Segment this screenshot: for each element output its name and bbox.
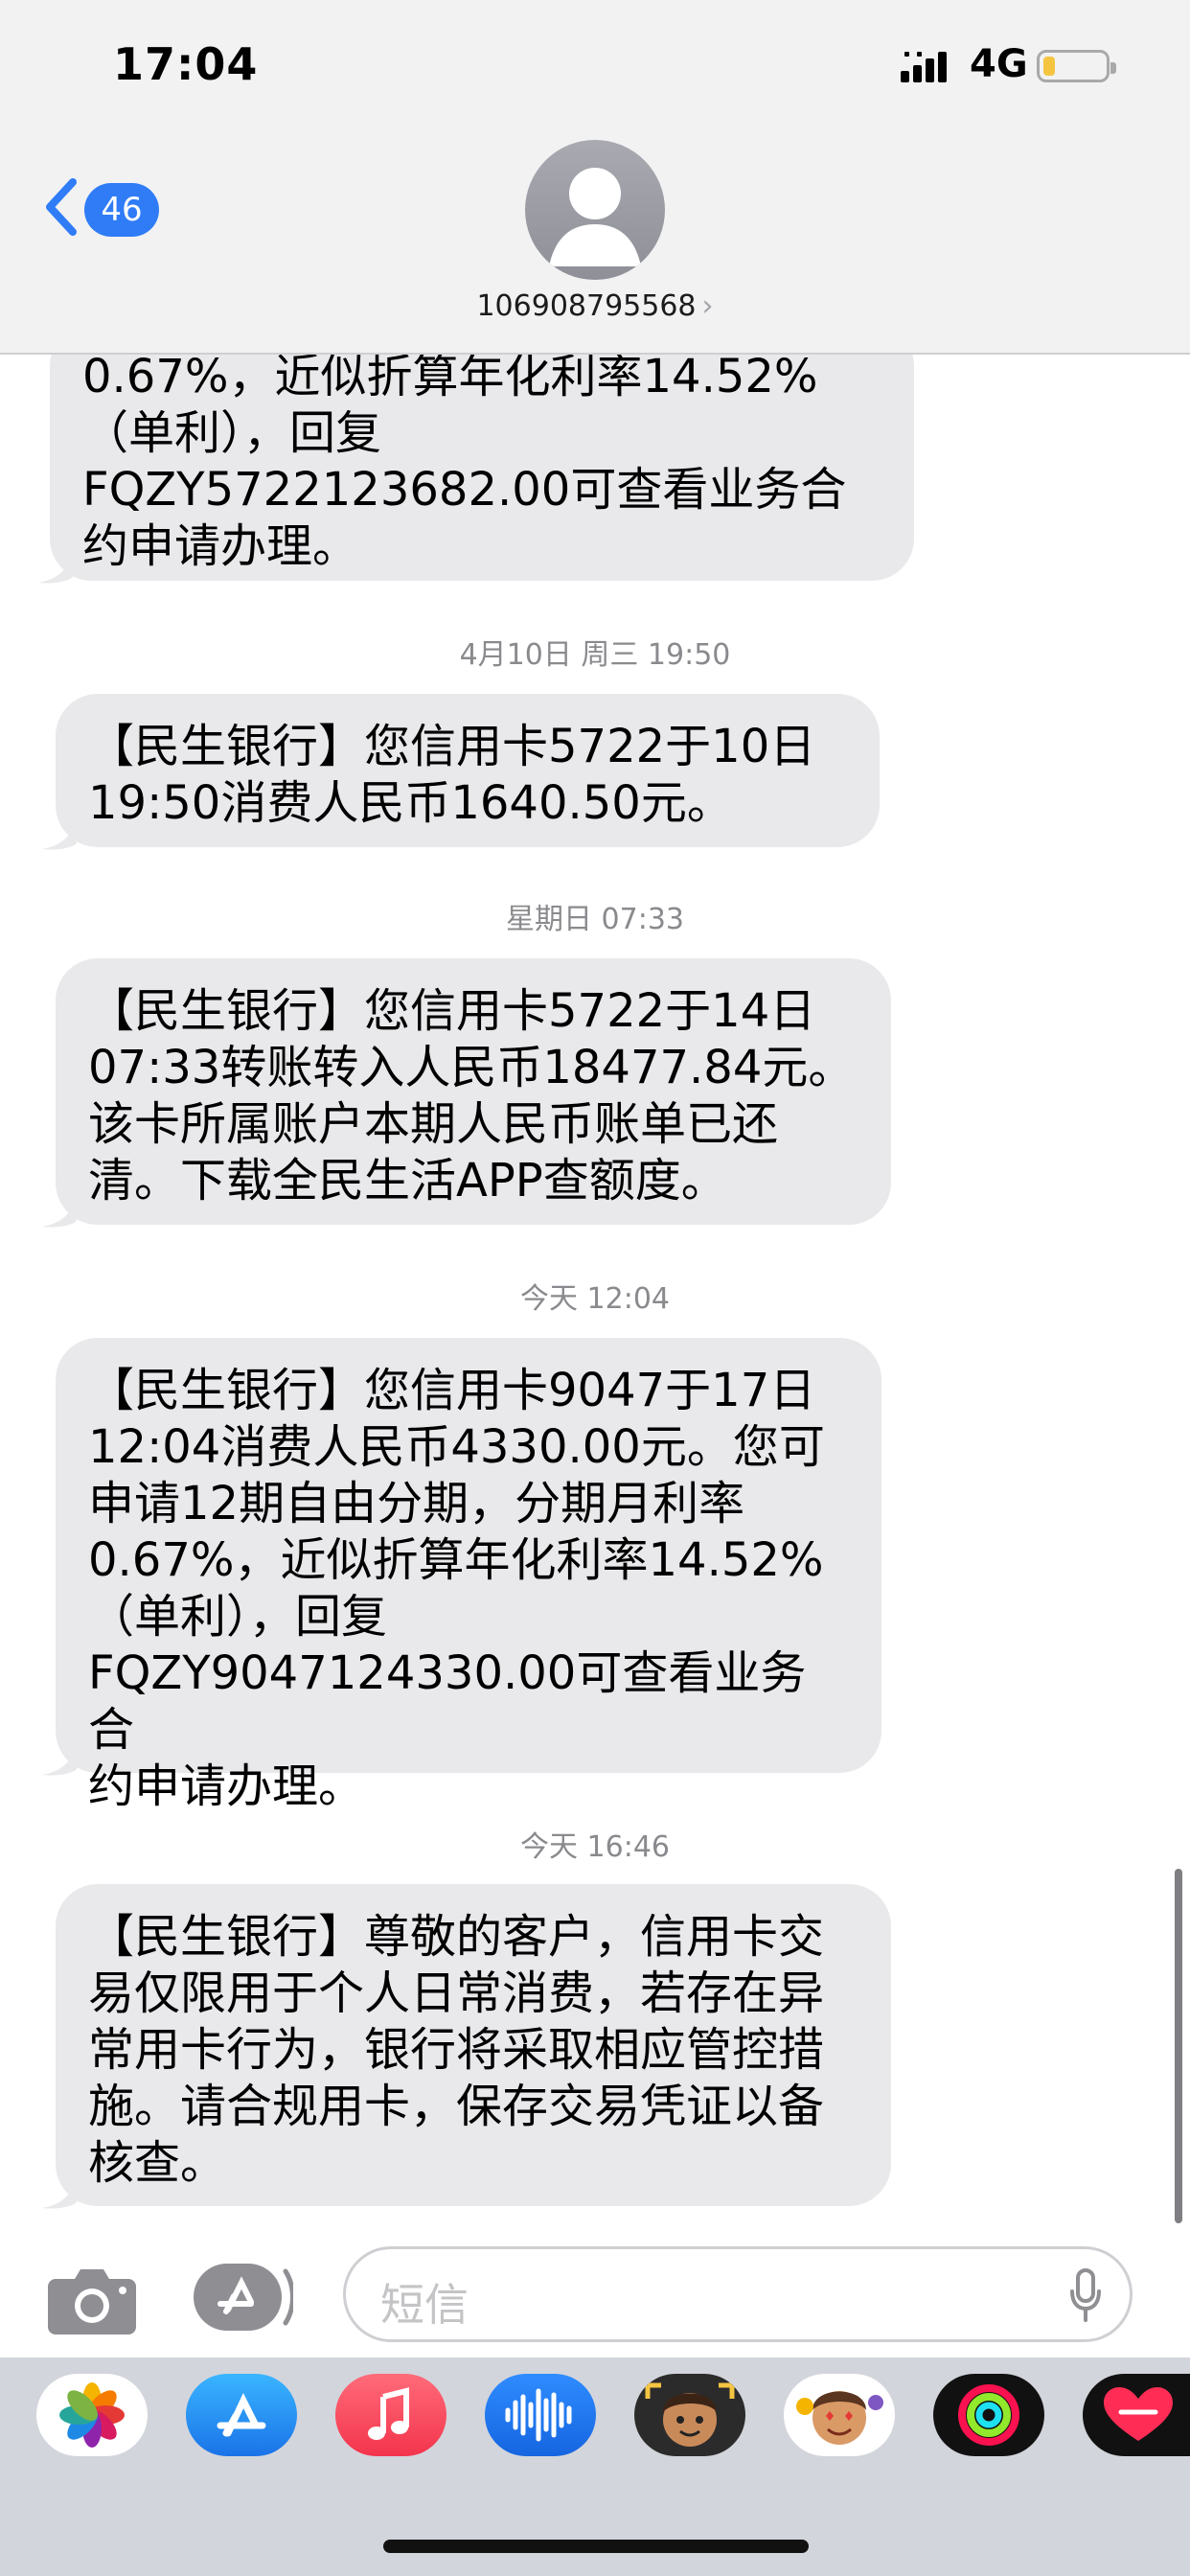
digital-touch-app-icon[interactable]	[1083, 2374, 1190, 2456]
message-bubble[interactable]: 【民生银行】您信用卡5722于14日 07:33转账转入人民币18477.84元…	[56, 958, 891, 1225]
status-time: 17:04	[113, 38, 259, 90]
battery-level	[1043, 57, 1055, 76]
message-bubble[interactable]: 0.67%，近似折算年化利率14.52% （单利），回复 FQZY5722123…	[50, 324, 914, 581]
person-icon	[549, 168, 641, 266]
timestamp: 星期日 07:33	[506, 903, 684, 936]
music-app-icon[interactable]	[335, 2374, 446, 2456]
bubble-tail	[42, 1190, 77, 1228]
timestamp: 今天 12:04	[520, 1282, 670, 1316]
photos-app-icon[interactable]	[36, 2374, 148, 2456]
back-chevron-icon[interactable]	[42, 178, 80, 236]
status-bar: 17:04 4G	[0, 0, 1190, 134]
contact-name[interactable]: 106908795568 ›	[0, 289, 1190, 323]
microphone-icon[interactable]	[1068, 2268, 1103, 2322]
message-input[interactable]: 短信	[343, 2246, 1133, 2342]
app-store-button-icon[interactable]	[192, 2262, 293, 2333]
back-unread-badge[interactable]: 46	[84, 183, 159, 237]
timestamp: 4月10日 周三 19:50	[459, 638, 731, 672]
app-store-app-icon[interactable]	[186, 2374, 297, 2456]
conversation-header: 17:04 4G 46 106908795568 ›	[0, 0, 1190, 355]
bubble-tail	[42, 813, 77, 850]
scroll-indicator[interactable]	[1175, 1869, 1182, 2223]
home-indicator[interactable]	[383, 2540, 809, 2553]
message-input-placeholder: 短信	[380, 2279, 469, 2331]
cellular-signal-icon	[901, 52, 947, 82]
audio-messages-app-icon[interactable]	[485, 2374, 596, 2456]
conversation[interactable]: 0.67%，近似折算年化利率14.52% （单利），回复 FQZY5722123…	[0, 0, 1190, 2576]
message-bubble[interactable]: 【民生银行】您信用卡5722于10日 19:50消费人民币1640.50元。	[56, 694, 880, 847]
timestamp: 今天 16:46	[520, 1830, 670, 1864]
battery-nub	[1110, 62, 1116, 74]
bubble-tail	[42, 1738, 77, 1776]
camera-icon[interactable]	[46, 2264, 138, 2336]
battery-icon	[1037, 50, 1116, 82]
activity-app-icon[interactable]	[933, 2374, 1044, 2456]
message-bubble[interactable]: 【民生银行】您信用卡9047于17日 12:04消费人民币4330.00元。您可…	[56, 1338, 881, 1813]
bubble-tail	[42, 2172, 77, 2209]
memoji-stickers-app-icon[interactable]	[784, 2374, 895, 2456]
contact-number[interactable]: 106908795568	[476, 289, 696, 323]
bubble-tail	[38, 546, 73, 584]
network-type: 4G	[970, 42, 1028, 86]
memoji-app-icon[interactable]	[634, 2374, 745, 2456]
contact-chevron-icon: ›	[701, 289, 714, 323]
message-bubble[interactable]: 【民生银行】尊敬的客户，信用卡交 易仅限用于个人日常消费，若存在异 常用卡行为，…	[56, 1884, 891, 2206]
contact-avatar[interactable]	[525, 140, 665, 280]
